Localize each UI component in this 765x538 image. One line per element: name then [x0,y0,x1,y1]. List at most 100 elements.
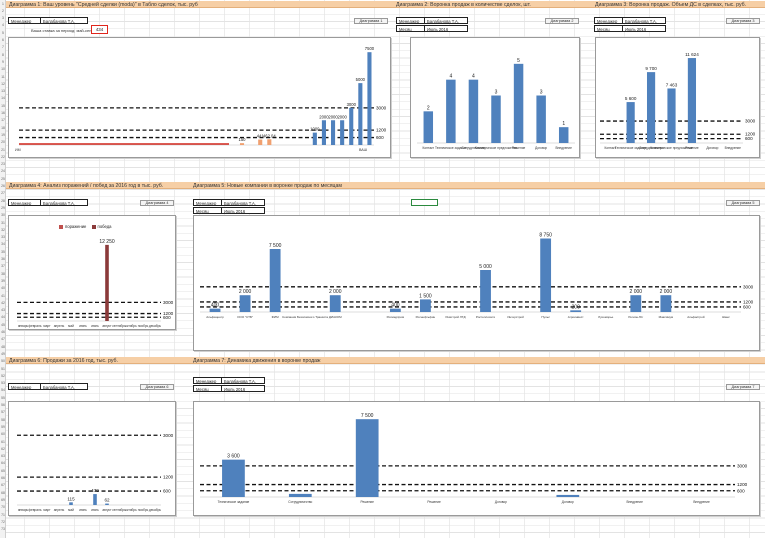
chart-4-legend: поражение победа [55,224,112,229]
chart-panel-7[interactable]: 3000 1200 600 3 600 7 500 Техническое задание… [193,401,760,516]
reference-line-label: 3000 [376,105,387,110]
row-number: 30 [1,213,5,218]
legend-win: победа [97,224,112,229]
bar-value-label: 9 700 [645,66,657,71]
category-label: июнь [79,508,87,512]
category-label: Техническое задание [218,500,250,504]
bar-value-label: 2 000 [630,289,643,295]
row-number: 9 [2,59,4,64]
nav-button-chart-1[interactable]: Диаграмма 1 [354,18,388,24]
row-number: 59 [1,424,5,429]
selected-cell[interactable] [411,199,438,206]
nav-button-chart-4[interactable]: Диаграмма 4 [140,200,174,206]
row-number: 37 [1,264,5,269]
month-tag-3: Месяц Июль 2016 [594,25,666,32]
nav-button-chart-5[interactable]: Диаграмма 5 [726,200,760,206]
row-number: 48 [1,344,5,349]
bar-value-label: 400 [391,303,400,309]
row-number: 70 [1,505,5,510]
chart-panel-2[interactable]: 2 4 4 3 5 3 1 Контакт Техническое задание Сотрудн… [410,37,580,158]
bar-value-label: 5 [517,58,520,64]
rate-input[interactable]: 434 [91,25,108,34]
category-label: Максимум [659,315,673,319]
row-number: 67 [1,483,5,488]
row-number: 25 [1,176,5,181]
manager-tag-6: Менеджер Балабанова Т.А. [8,383,88,390]
chart-bar [570,310,582,312]
chart-bar [258,139,263,145]
category-label: Интерстрой [507,315,524,319]
category-label: Альфацентр [206,315,224,319]
bar-value-label: 3 [540,90,543,96]
row-number: 34 [1,242,5,247]
bar-value-label: 8 750 [539,233,552,239]
row-number: 56 [1,403,5,407]
nav-button-chart-7[interactable]: Диаграмма 7 [726,384,760,390]
chart-panel-4[interactable]: поражение победа 3000 1200 600 12 250 январь… [8,215,176,330]
chart-panel-1[interactable]: 3000 1200 600 150 441 462,04 1000 2000 2000 2000 3… [8,37,391,158]
row-number: 23 [1,162,5,167]
row-number: 10 [1,67,5,72]
manager-value: Балабанова Т.А. [625,18,658,24]
chart-title-7: Диаграмма 7: Динамика движения в воронке… [193,357,321,364]
chart-bar [660,295,672,312]
chart-bar [222,459,245,497]
manager-label: Менеджер [11,18,32,24]
category-label: Сотрудничество [288,500,312,504]
manager-tag-5: Менеджер Балабанова Т.А. [193,199,265,206]
manager-label: Менеджер [196,200,217,206]
category-label: Договор [562,500,574,504]
row-number-column[interactable]: 1 2 3 4 5 6 7 8 9 10 11 12 13 14 15 16 17 18 19 20 21 22 23 24 2… [0,0,6,538]
category-label: апрель [54,508,65,512]
nav-button-chart-6[interactable]: Диаграмма 6 [140,384,174,390]
chart-bar [480,270,491,312]
category-label: Роснефтьфин [416,315,436,319]
x-first-label: ИМ [15,148,21,152]
category-label: март [43,324,51,328]
chart-panel-6[interactable]: 3000 1200 600 115 470 62 январь февраль март апре… [8,401,176,516]
row-number: 69 [1,497,5,502]
row-number: 57 [1,410,5,415]
reference-line-label: 3000 [163,300,174,305]
category-label: Пульс [541,315,550,319]
bar-value-label: 7 463 [666,82,678,87]
row-number: 15 [1,103,5,108]
chart-title-1: Диаграмма 1: Ваш уровень "Средней сделки… [9,1,198,8]
reference-line-label: 600 [163,315,171,320]
chart-bar [93,494,97,505]
chart-panel-3[interactable]: 3000 1200 600 5 600 9 700 7 463 11 624 Контакт Т… [595,37,760,158]
category-label: Решение [685,146,699,150]
chart-bar [239,143,245,145]
chart-title-4: Диаграмма 4: Анализ поражений / побед за… [9,182,164,189]
bar-value-label: 62 [104,498,110,503]
row-number: 36 [1,257,5,261]
chart-panel-5[interactable]: 3000 1200 600 400 2 000 7 500 2 000 400 1 500 5 0… [193,215,760,351]
category-label: май [68,508,74,512]
row-number: 40 [1,286,5,291]
category-label: ДИАКОМ [329,315,342,319]
nav-button-chart-3[interactable]: Диаграмма 3 [726,18,760,24]
manager-label: Менеджер [11,200,32,206]
category-label: Решение [512,146,526,150]
row-number: 49 [1,351,5,356]
category-label: сентябрь [112,508,126,512]
row-number: 45 [1,322,5,327]
bar-value-label: 7 500 [361,413,374,419]
chart-bar [321,120,326,145]
bar-value-label: 150 [239,137,247,142]
chart-bar [626,102,635,143]
row-number: 39 [1,278,5,283]
nav-button-chart-2[interactable]: Диаграмма 2 [545,18,579,24]
manager-tag-3: Менеджер Балабанова Т.А. [594,17,666,24]
row-number: 21 [1,147,5,152]
category-label: сентябрь [112,324,126,328]
row-number: 7 [2,45,4,50]
manager-tag-4: Менеджер Балабанова Т.А. [8,199,88,206]
row-number: 52 [1,373,5,378]
category-label: Внедрение [725,146,742,150]
row-number: 5 [2,30,4,35]
row-number: 33 [1,235,5,240]
month-value: Июль 2016 [427,26,449,32]
chart-bar [329,295,341,312]
bar-value-label: 4 [472,74,475,80]
